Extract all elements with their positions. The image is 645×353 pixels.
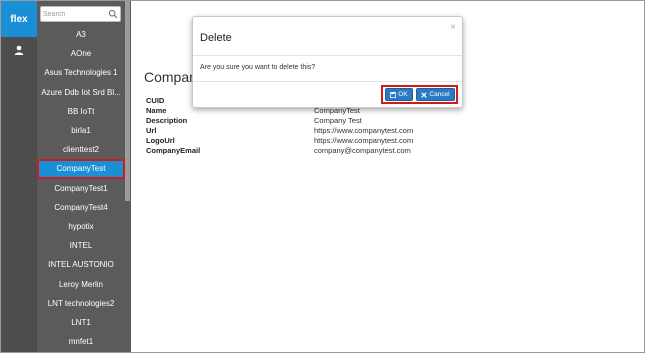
detail-label: LogoUrl — [146, 136, 175, 145]
list-item[interactable]: LNT technologies2 — [37, 294, 125, 313]
dialog-title: Delete — [200, 32, 232, 44]
left-rail: flex — [1, 1, 37, 352]
close-icon[interactable]: × — [450, 22, 456, 33]
search-icon[interactable] — [108, 9, 118, 19]
detail-value: company@companytest.com — [314, 146, 411, 155]
list-item[interactable]: INTEL — [37, 236, 125, 255]
save-icon — [390, 91, 397, 98]
user-icon — [14, 45, 24, 55]
list-item[interactable]: BB IoTt — [37, 102, 125, 121]
ok-button[interactable]: OK — [385, 88, 413, 101]
dialog-footer-divider — [193, 81, 462, 82]
list-item[interactable]: Leroy Merlin — [37, 274, 125, 293]
detail-value: https://www.companytest.com — [314, 136, 414, 145]
dialog-message: Are you sure you want to delete this? — [200, 64, 316, 71]
detail-label: CompanyEmail — [146, 146, 201, 155]
app-logo[interactable]: flex — [1, 1, 37, 37]
search-box — [40, 6, 121, 22]
user-nav-button[interactable] — [1, 39, 37, 61]
company-list-panel: A3 AOne Asus Technologies 1 Azure Ddb Io… — [37, 1, 131, 352]
app-logo-text: flex — [10, 13, 28, 25]
close-x-icon — [421, 91, 428, 98]
list-item-selected[interactable]: CompanyTest — [37, 159, 125, 179]
company-list: A3 AOne Asus Technologies 1 Azure Ddb Io… — [37, 25, 125, 351]
list-item[interactable]: CompanyTest4 — [37, 198, 125, 217]
detail-label: Url — [146, 126, 157, 135]
list-item[interactable]: birla1 — [37, 121, 125, 140]
list-item[interactable]: LNT1 — [37, 313, 125, 332]
list-item[interactable]: Azure Ddb Iot Srd Bl... — [37, 83, 125, 102]
detail-value: https://www.companytest.com — [314, 126, 414, 135]
list-scrollbar[interactable] — [125, 1, 130, 201]
ok-button-label: OK — [398, 91, 408, 98]
delete-dialog: Delete × Are you sure you want to delete… — [192, 16, 463, 108]
list-item[interactable]: A3 — [37, 25, 125, 44]
app-window: flex A3 AOne Asus Technologies 1 Azure D… — [0, 0, 645, 353]
detail-label: Description — [146, 116, 188, 125]
list-item[interactable]: mnfet1 — [37, 332, 125, 351]
dialog-actions: OK Cancel — [381, 85, 458, 104]
detail-label: CUID — [146, 96, 165, 105]
dialog-header-divider — [193, 55, 462, 56]
list-item[interactable]: hypotix — [37, 217, 125, 236]
search-input[interactable] — [43, 8, 109, 20]
list-item[interactable]: AOne — [37, 44, 125, 63]
cancel-button[interactable]: Cancel — [416, 88, 455, 101]
list-item[interactable]: CompanyTest1 — [37, 179, 125, 198]
detail-label: Name — [146, 106, 167, 115]
list-item[interactable]: INTEL AUSTONIO — [37, 255, 125, 274]
cancel-button-label: Cancel — [429, 91, 450, 98]
list-item[interactable]: clienttest2 — [37, 140, 125, 159]
list-item[interactable]: Asus Technologies 1 — [37, 63, 125, 82]
detail-value: Company Test — [314, 116, 362, 125]
